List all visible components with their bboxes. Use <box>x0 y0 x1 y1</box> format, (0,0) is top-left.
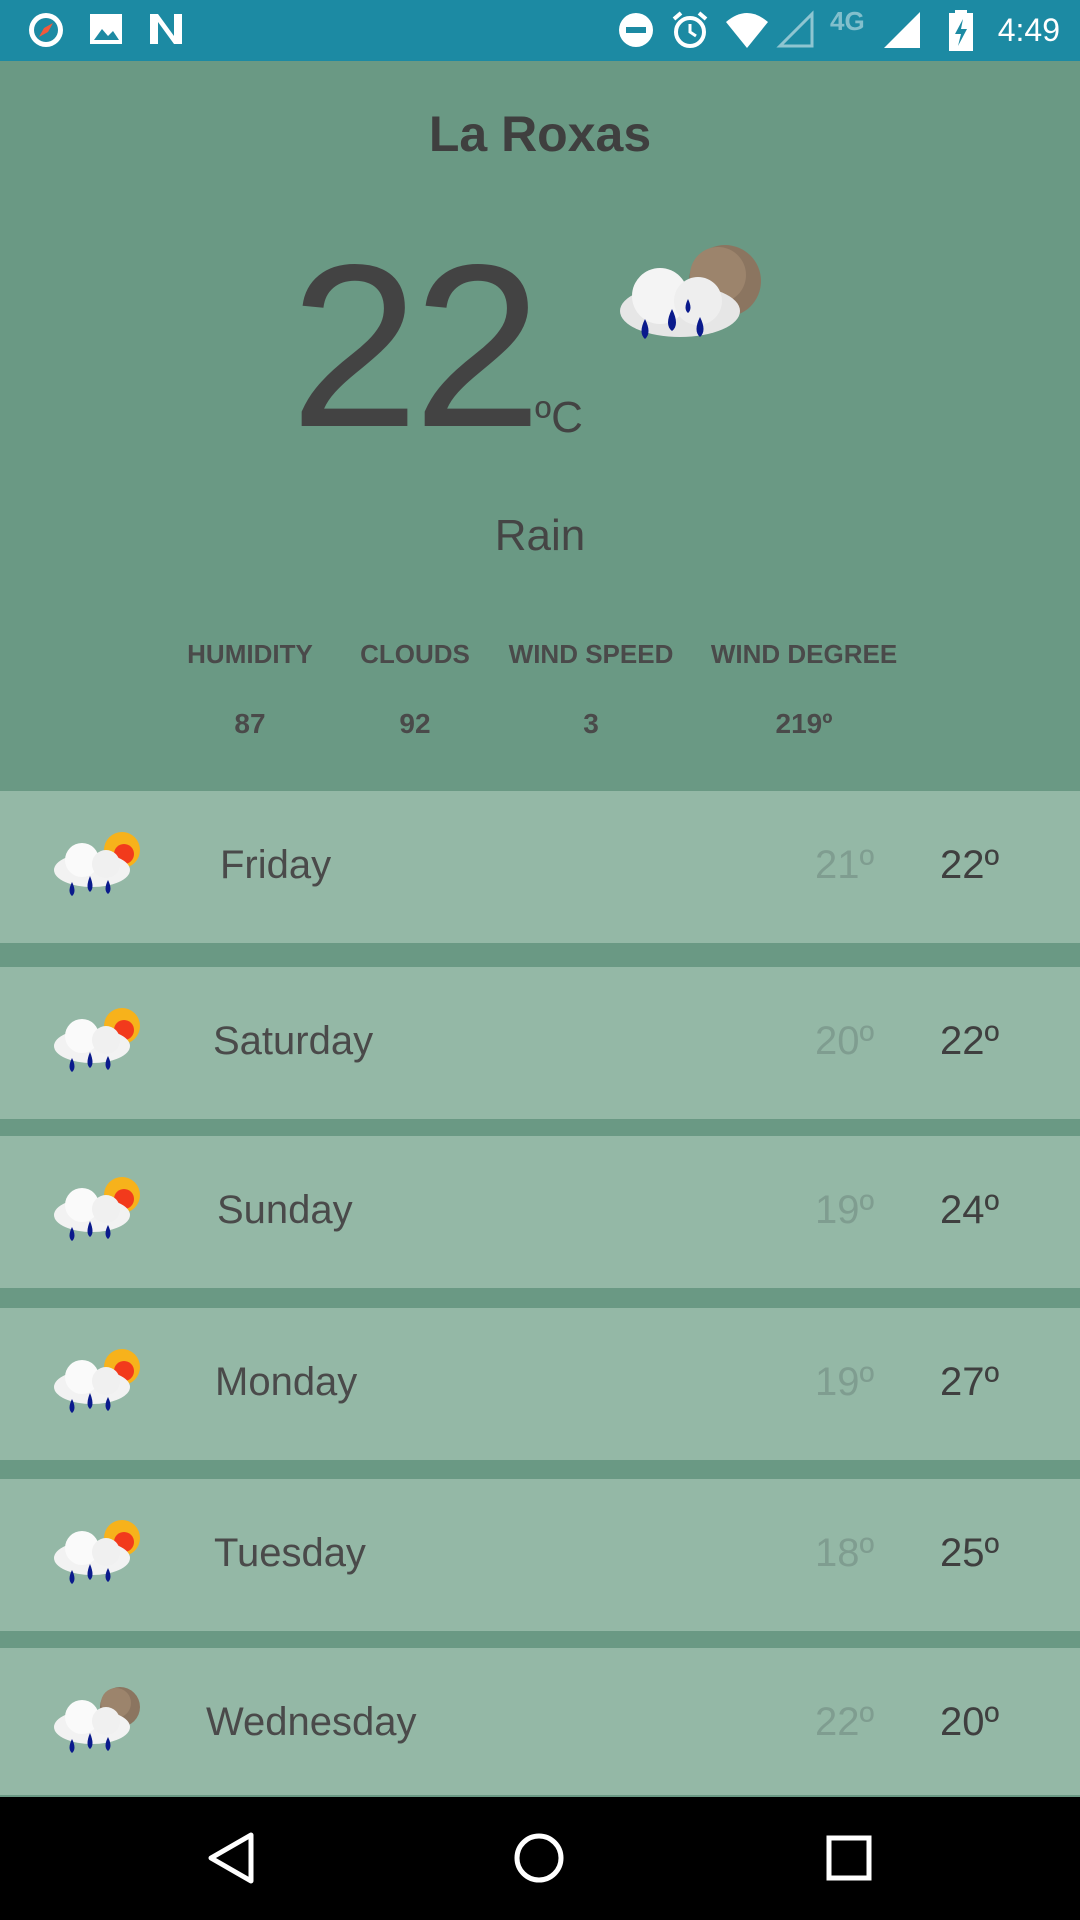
forecast-high: 20º <box>940 1700 1000 1744</box>
image-icon <box>90 14 122 44</box>
rain-cloud-moon-icon <box>620 245 761 339</box>
rain-cloud-sun-icon <box>54 1520 140 1584</box>
alarm-icon <box>672 11 708 48</box>
n-logo-icon <box>150 14 182 44</box>
forecast-high: 22º <box>940 1019 1000 1063</box>
back-icon[interactable] <box>205 1831 259 1885</box>
navigation-bar <box>0 1797 1080 1920</box>
forecast-day: Sunday <box>217 1188 353 1232</box>
forecast-day: Saturday <box>213 1019 374 1063</box>
rain-cloud-sun-icon <box>54 832 140 896</box>
current-temperature: 22 <box>290 217 542 476</box>
stat-label: CLOUDS <box>360 639 470 669</box>
forecast-row-friday[interactable]: Friday 21º 22º <box>0 791 1080 943</box>
rain-cloud-sun-icon <box>54 1349 140 1413</box>
forecast-high: 25º <box>940 1531 1000 1575</box>
forecast-day: Monday <box>215 1360 358 1404</box>
rain-cloud-moon-icon <box>54 1687 140 1753</box>
wind-speed-stat: WIND SPEED 3 <box>506 639 676 740</box>
wifi-icon <box>726 13 768 48</box>
forecast-high: 24º <box>940 1188 1000 1232</box>
current-weather: La Roxas 22 ºC Rain HUMIDITY 87 CLOUDS 9… <box>0 61 1080 791</box>
forecast-day: Wednesday <box>206 1700 417 1744</box>
forecast-low: 20º <box>815 1019 875 1063</box>
forecast-low: 18º <box>815 1531 875 1575</box>
temperature-unit: ºC <box>535 393 583 442</box>
humidity-stat: HUMIDITY 87 <box>180 639 320 740</box>
stat-value: 87 <box>234 708 266 739</box>
signal-empty-icon <box>776 10 814 48</box>
stat-label: WIND DEGREE <box>710 639 898 669</box>
wind-degree-stat: WIND DEGREE 219º <box>706 639 902 740</box>
network-type: 4G <box>830 6 865 36</box>
forecast-low: 21º <box>815 843 875 887</box>
forecast-row-saturday[interactable]: Saturday 20º 22º <box>0 967 1080 1119</box>
forecast-row-wednesday[interactable]: Wednesday 22º 20º <box>0 1648 1080 1795</box>
forecast-row-monday[interactable]: Monday 19º 27º <box>0 1308 1080 1460</box>
forecast-low: 22º <box>815 1700 875 1744</box>
signal-icon <box>884 12 920 48</box>
home-icon[interactable] <box>512 1831 566 1885</box>
clock: 4:49 <box>997 12 1060 48</box>
forecast-high: 22º <box>940 843 1000 887</box>
stat-value: 219º <box>775 708 833 739</box>
forecast-low: 19º <box>815 1360 875 1404</box>
forecast-day: Tuesday <box>214 1531 366 1575</box>
city-name: La Roxas <box>428 106 652 162</box>
stat-label: HUMIDITY <box>187 639 313 669</box>
recents-icon[interactable] <box>822 1831 876 1885</box>
rain-cloud-sun-icon <box>54 1177 140 1241</box>
stat-label: WIND SPEED <box>508 639 674 669</box>
forecast-high: 27º <box>940 1360 1000 1404</box>
compass-icon <box>29 13 63 47</box>
stat-value: 92 <box>399 708 431 739</box>
clouds-stat: CLOUDS 92 <box>355 639 475 740</box>
forecast-low: 19º <box>815 1188 875 1232</box>
forecast-row-sunday[interactable]: Sunday 19º 24º <box>0 1136 1080 1288</box>
rain-cloud-sun-icon <box>54 1008 140 1072</box>
battery-charging-icon <box>949 10 973 51</box>
stat-value: 3 <box>583 708 599 739</box>
status-bar: 4G 4:49 <box>0 0 1080 61</box>
forecast-day: Friday <box>220 843 332 887</box>
dnd-icon <box>619 13 653 47</box>
current-condition: Rain <box>494 511 586 560</box>
forecast-row-tuesday[interactable]: Tuesday 18º 25º <box>0 1479 1080 1631</box>
